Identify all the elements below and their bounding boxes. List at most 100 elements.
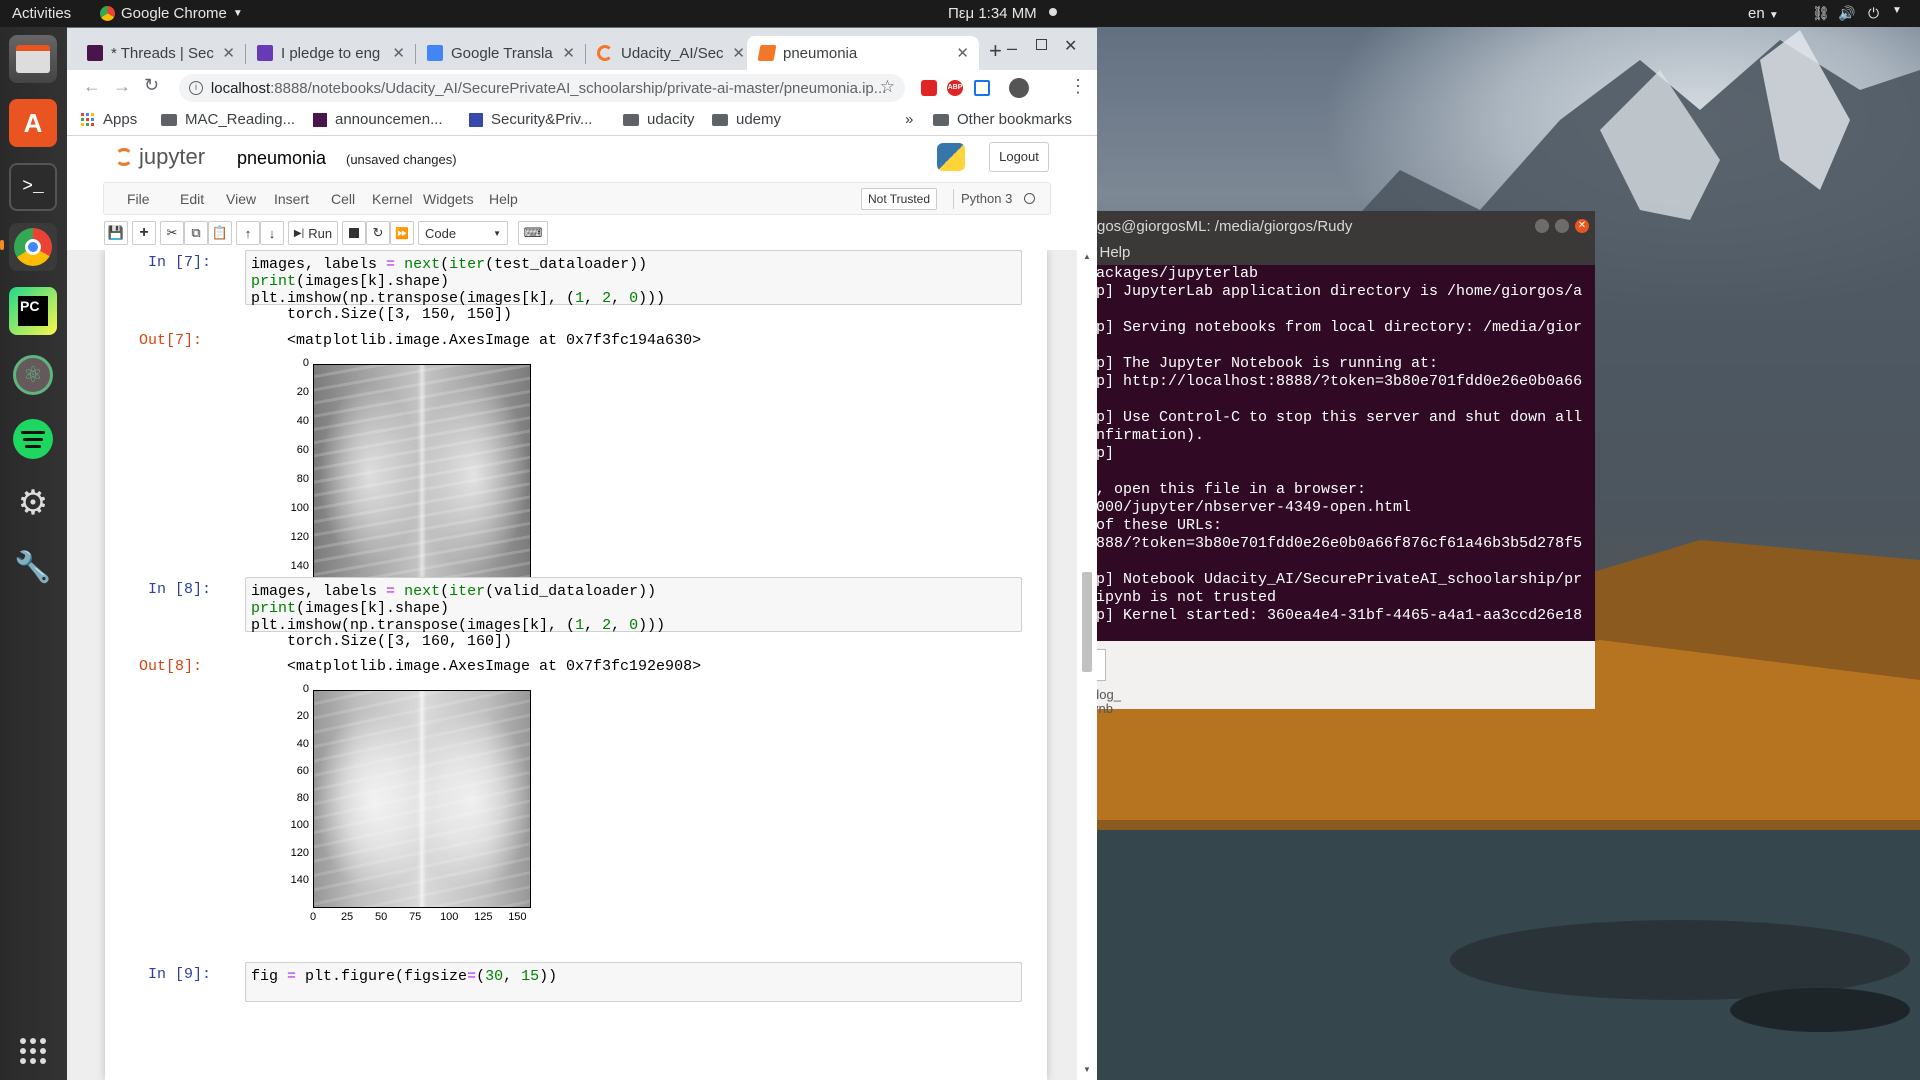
menu-help[interactable]: l Help	[1092, 244, 1130, 261]
bookmark-label: udacity	[647, 111, 695, 128]
save-icon[interactable]: 💾	[104, 221, 128, 245]
code-cell[interactable]: images, labels = next(iter(test_dataload…	[245, 250, 1022, 307]
move-down-icon[interactable]: ↓	[260, 221, 284, 245]
close-tab-icon[interactable]: ✕	[392, 44, 405, 62]
menu-widgets[interactable]: Widgets	[423, 191, 474, 207]
close-tab-icon[interactable]: ✕	[956, 44, 969, 62]
notebook-name[interactable]: pneumonia	[237, 148, 326, 169]
menu-view[interactable]: View	[226, 191, 256, 207]
back-icon[interactable]: ←	[83, 76, 101, 97]
menu-file[interactable]: File	[127, 191, 150, 207]
terminal-icon[interactable]: >_	[9, 163, 57, 211]
tab-udacity[interactable]: Udacity_AI/Sec ✕	[585, 36, 755, 70]
spotify-icon[interactable]	[9, 415, 57, 463]
forward-icon[interactable]: →	[113, 76, 131, 97]
close-tab-icon[interactable]: ✕	[732, 44, 745, 62]
language-indicator[interactable]: en ▼	[1748, 5, 1779, 22]
atom-icon[interactable]: ⚛	[9, 351, 57, 399]
cut-icon[interactable]: ✂	[160, 221, 184, 245]
close-tab-icon[interactable]: ✕	[562, 44, 575, 62]
chevron-down-icon[interactable]: ▼	[1892, 5, 1902, 16]
menu-dots-icon[interactable]: ⋮	[1069, 76, 1087, 97]
pycharm-icon[interactable]: PC	[9, 287, 57, 335]
chrome-icon[interactable]	[9, 223, 57, 271]
minimize-icon[interactable]: –	[1007, 38, 1017, 59]
keyboard-icon[interactable]: ⌨	[518, 221, 548, 245]
extension-icon[interactable]	[974, 80, 990, 96]
clock[interactable]: Πεμ 1:34 ΜΜ	[948, 5, 1037, 22]
step-icon: ▶|	[293, 227, 305, 239]
volume-icon[interactable]: 🔊	[1838, 5, 1855, 22]
menu-kernel[interactable]: Kernel	[372, 191, 412, 207]
move-up-icon[interactable]: ↑	[236, 221, 260, 245]
menu-edit[interactable]: Edit	[180, 191, 204, 207]
trust-indicator[interactable]: Not Trusted	[861, 188, 938, 210]
y-tick-label: 0	[302, 683, 309, 695]
activities-button[interactable]: Activities	[12, 5, 71, 22]
terminal-window[interactable]: rgos@giorgosML: /media/giorgos/Rudy ✕ l …	[1090, 211, 1595, 716]
code-cell[interactable]: images, labels = next(iter(valid_dataloa…	[245, 577, 1022, 634]
profile-avatar[interactable]	[1009, 78, 1029, 98]
extension-icon[interactable]	[921, 80, 937, 96]
tab-google-translate[interactable]: Google Transla ✕	[415, 36, 585, 70]
bookmark-udemy[interactable]: udemy	[712, 111, 781, 128]
app-menu[interactable]: Google Chrome ▼	[100, 5, 243, 22]
bookmark-apps[interactable]: Apps	[81, 111, 137, 128]
page-scrollbar[interactable]: ▲ ▼	[1077, 250, 1097, 1080]
notebook-area[interactable]: In [7]: images, labels = next(iter(test_…	[67, 250, 1097, 1080]
interrupt-icon[interactable]	[342, 221, 366, 245]
x-tick-label: 75	[409, 911, 422, 923]
scroll-down-icon[interactable]: ▼	[1083, 1065, 1091, 1074]
restart-icon[interactable]: ↻	[366, 221, 390, 245]
tab-pneumonia[interactable]: pneumonia ✕	[747, 36, 979, 70]
new-tab-button[interactable]: +	[989, 38, 1002, 64]
files-icon[interactable]	[9, 35, 57, 83]
jupyter-logo[interactable]: jupyter	[115, 144, 205, 170]
bookmark-star-icon[interactable]: ☆	[880, 77, 895, 97]
scroll-thumb[interactable]	[1082, 572, 1092, 672]
maximize-button[interactable]	[1555, 219, 1569, 233]
bookmark-udacity[interactable]: udacity	[623, 111, 695, 128]
scroll-up-icon[interactable]: ▲	[1083, 252, 1091, 261]
add-cell-icon[interactable]: +	[132, 221, 156, 245]
tab-threads[interactable]: * Threads | Sec ✕	[75, 36, 245, 70]
power-icon[interactable]: ⏻	[1868, 5, 1879, 22]
cell-type-select[interactable]: Code ▼	[418, 221, 508, 245]
chevron-down-icon: ▼	[1768, 10, 1779, 21]
bookmarks-overflow[interactable]: »	[905, 111, 913, 128]
address-bar[interactable]: i localhost:8888/notebooks/Udacity_AI/Se…	[179, 74, 905, 102]
stdout-text: torch.Size([3, 160, 160])	[287, 633, 513, 650]
bookmark-mac-reading[interactable]: MAC_Reading...	[161, 111, 295, 128]
close-window-icon[interactable]: ✕	[1064, 36, 1077, 56]
settings-icon[interactable]: ⚙	[9, 479, 57, 527]
terminal-output[interactable]: ackages/jupyterlab p] JupyterLab applicat…	[1090, 265, 1595, 641]
logout-button[interactable]: Logout	[989, 142, 1049, 172]
bookmark-announcements[interactable]: announcemen...	[313, 111, 443, 128]
kernel-name[interactable]: Python 3	[961, 191, 1012, 206]
minimize-button[interactable]	[1535, 219, 1549, 233]
app-grid-icon[interactable]	[9, 1027, 57, 1075]
adblock-icon[interactable]: ABP	[947, 80, 963, 96]
menu-insert[interactable]: Insert	[274, 191, 309, 207]
close-tab-icon[interactable]: ✕	[222, 44, 235, 62]
maximize-icon[interactable]	[1036, 39, 1047, 50]
apps-grid-icon	[81, 112, 94, 126]
chevron-down-icon: ▼	[493, 228, 501, 238]
bookmark-security-priv[interactable]: Security&Priv...	[469, 111, 592, 128]
software-center-icon[interactable]: A	[9, 99, 57, 147]
other-bookmarks[interactable]: Other bookmarks	[933, 111, 1072, 128]
fast-forward-icon[interactable]: ⏩	[390, 221, 414, 245]
paste-icon[interactable]: 📋	[208, 221, 232, 245]
close-button[interactable]: ✕	[1575, 219, 1589, 233]
terminal-titlebar[interactable]: rgos@giorgosML: /media/giorgos/Rudy ✕	[1090, 211, 1595, 241]
reload-icon[interactable]: ↻	[144, 75, 159, 96]
code-cell[interactable]: fig = plt.figure(figsize=(30, 15))	[245, 962, 1022, 1002]
menu-cell[interactable]: Cell	[331, 191, 355, 207]
network-icon[interactable]: ⛓	[1812, 5, 1830, 22]
copy-icon[interactable]: ⧉	[184, 221, 208, 245]
utilities-icon[interactable]: 🔧	[9, 543, 57, 591]
menu-help[interactable]: Help	[489, 191, 518, 207]
run-button[interactable]: ▶| Run	[288, 221, 338, 245]
tab-pledge[interactable]: I pledge to eng ✕	[245, 36, 415, 70]
info-icon[interactable]: i	[189, 81, 203, 95]
